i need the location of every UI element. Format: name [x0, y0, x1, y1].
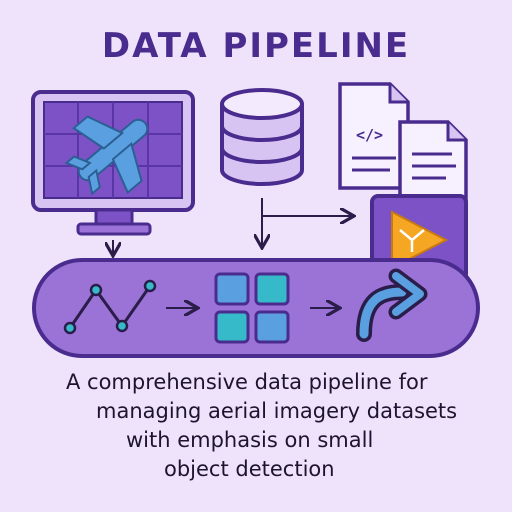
- database-icon: [220, 88, 304, 186]
- svg-text:</>: </>: [356, 126, 383, 144]
- caption-line: object detection: [164, 457, 335, 481]
- caption-line: with emphasis on small: [126, 428, 374, 452]
- caption-line: managing aerial imagery datasets: [96, 399, 458, 423]
- caption-line: A comprehensive data pipeline for: [66, 370, 428, 394]
- monitor-airplane-icon: [31, 90, 195, 236]
- pipeline-infographic: DATA PIPELINE </> A comprehensive data p…: [0, 0, 512, 512]
- database-to-docs-arrow: [261, 198, 352, 216]
